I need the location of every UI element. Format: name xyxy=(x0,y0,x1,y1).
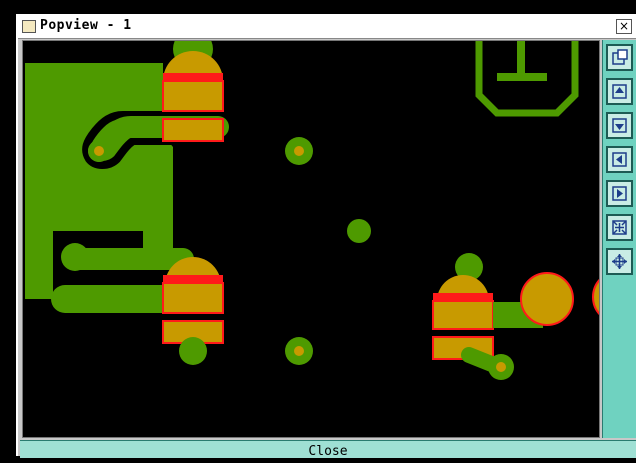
zoom-in-button[interactable] xyxy=(606,248,633,275)
pad-lower-body xyxy=(162,282,224,314)
bottom-bar: Close xyxy=(20,440,636,459)
via-lower-pad xyxy=(179,337,207,365)
title-bar[interactable]: Popview - 1 × xyxy=(18,16,636,39)
pcb-preview-canvas[interactable] xyxy=(22,40,600,438)
via-mid-top-hole xyxy=(294,146,304,156)
component-outline-inner xyxy=(497,41,547,81)
pan-up-button[interactable] xyxy=(606,78,633,105)
zoom-fit-icon xyxy=(612,220,627,235)
via-center xyxy=(347,219,371,243)
close-button[interactable]: Close xyxy=(20,441,636,459)
pad-top-body-2 xyxy=(162,118,224,142)
pcb-artwork xyxy=(25,41,599,380)
window-title: Popview - 1 xyxy=(40,18,132,33)
zoom-window-button[interactable] xyxy=(606,44,633,71)
pan-right-icon xyxy=(612,186,627,201)
pad-right-stripe xyxy=(433,293,493,301)
zoom-in-icon xyxy=(612,254,627,269)
pad-right-body xyxy=(432,300,494,330)
view-toolbar xyxy=(602,40,636,438)
round-pad-right xyxy=(520,272,574,326)
close-icon[interactable]: × xyxy=(616,19,632,34)
pan-up-icon xyxy=(612,84,627,99)
pan-left-icon xyxy=(612,152,627,167)
popview-window: Popview - 1 × Close xyxy=(16,14,636,459)
zoom-fit-button[interactable] xyxy=(606,214,633,241)
via-right-bottom-hole xyxy=(496,362,506,372)
pan-left-button[interactable] xyxy=(606,146,633,173)
via-hole xyxy=(94,146,104,156)
background-pcb-left xyxy=(0,14,16,456)
pad-lower-stripe xyxy=(163,275,223,283)
round-pad-edge xyxy=(592,278,599,316)
pan-down-icon xyxy=(612,118,627,133)
background-pcb-strip xyxy=(0,0,636,14)
via-mid-bottom-hole xyxy=(294,346,304,356)
pan-down-button[interactable] xyxy=(606,112,633,139)
zoom-window-icon xyxy=(612,49,628,65)
pad-top-stripe xyxy=(163,73,223,81)
window-icon xyxy=(22,20,36,33)
pan-right-button[interactable] xyxy=(606,180,633,207)
pad-top-body xyxy=(162,80,224,112)
